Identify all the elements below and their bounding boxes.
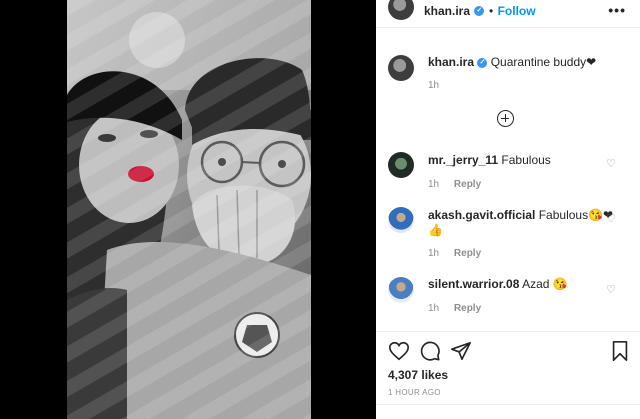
comment-text: Fabulous <box>501 153 551 167</box>
comment-avatar[interactable] <box>388 277 414 303</box>
comment-username[interactable]: silent.warrior.08 <box>428 277 519 291</box>
author-username[interactable]: khan.ira <box>424 4 470 18</box>
photo-illustration <box>67 0 311 419</box>
heart-icon[interactable] <box>388 340 410 362</box>
comment-text-extra: 👍 <box>428 223 443 237</box>
comment-username[interactable]: akash.gavit.official <box>428 208 535 222</box>
follow-button[interactable]: Follow <box>498 4 536 18</box>
post-side-panel: khan.ira ✓ • Follow ••• khan.ira ✓ Quara… <box>376 0 640 419</box>
separator-dot: • <box>488 4 494 18</box>
heart-icon[interactable]: ♡ <box>606 283 616 296</box>
heart-icon[interactable]: ♡ <box>606 212 616 225</box>
comment-body: akash.gavit.official Fabulous😘❤ 👍 <box>428 208 614 238</box>
likes-count[interactable]: 4,307 likes <box>388 368 448 382</box>
post-header: khan.ira ✓ • Follow ••• <box>376 0 640 20</box>
comment-avatar[interactable] <box>388 152 414 178</box>
plus-circle-icon[interactable] <box>497 110 514 127</box>
comment-meta: 1h Reply <box>428 179 481 190</box>
comment-age: 1h <box>428 179 440 190</box>
actions-divider <box>376 331 640 332</box>
comment-meta: 1h Reply <box>428 303 481 314</box>
post-photo[interactable] <box>67 0 311 419</box>
comment-username[interactable]: mr._jerry_11 <box>428 153 498 167</box>
comment-text: Azad 😘 <box>522 277 568 291</box>
bookmark-icon[interactable] <box>610 340 630 362</box>
comment-text: Fabulous😘❤ <box>538 208 614 222</box>
comment-age: 1h <box>428 248 440 259</box>
comment-meta: 1h Reply <box>428 248 481 259</box>
header-divider <box>376 27 640 28</box>
paper-plane-icon[interactable] <box>450 340 472 362</box>
caption-username[interactable]: khan.ira <box>428 55 474 69</box>
comment-avatar[interactable] <box>388 207 414 233</box>
post-actions <box>388 340 632 362</box>
post-timestamp[interactable]: 1 HOUR AGO <box>388 388 441 397</box>
comment-bubble-icon[interactable] <box>419 340 441 362</box>
caption-text: Quarantine buddy❤ <box>490 55 597 69</box>
caption-age: 1h <box>428 80 440 91</box>
caption: khan.ira ✓ Quarantine buddy❤ <box>428 55 596 70</box>
more-options-icon[interactable]: ••• <box>608 2 626 18</box>
author-line: khan.ira ✓ • Follow <box>424 2 536 20</box>
reply-button[interactable]: Reply <box>454 248 481 259</box>
comment-body: mr._jerry_11 Fabulous <box>428 153 618 168</box>
reply-button[interactable]: Reply <box>454 303 481 314</box>
comment-age: 1h <box>428 303 440 314</box>
verified-badge-icon: ✓ <box>477 57 488 68</box>
heart-icon[interactable]: ♡ <box>606 157 616 170</box>
verified-badge-icon: ✓ <box>474 5 485 16</box>
caption-avatar[interactable] <box>388 55 414 81</box>
reply-button[interactable]: Reply <box>454 179 481 190</box>
footer-divider <box>376 404 640 405</box>
comment-body: silent.warrior.08 Azad 😘 <box>428 277 614 292</box>
author-avatar[interactable] <box>388 0 414 20</box>
